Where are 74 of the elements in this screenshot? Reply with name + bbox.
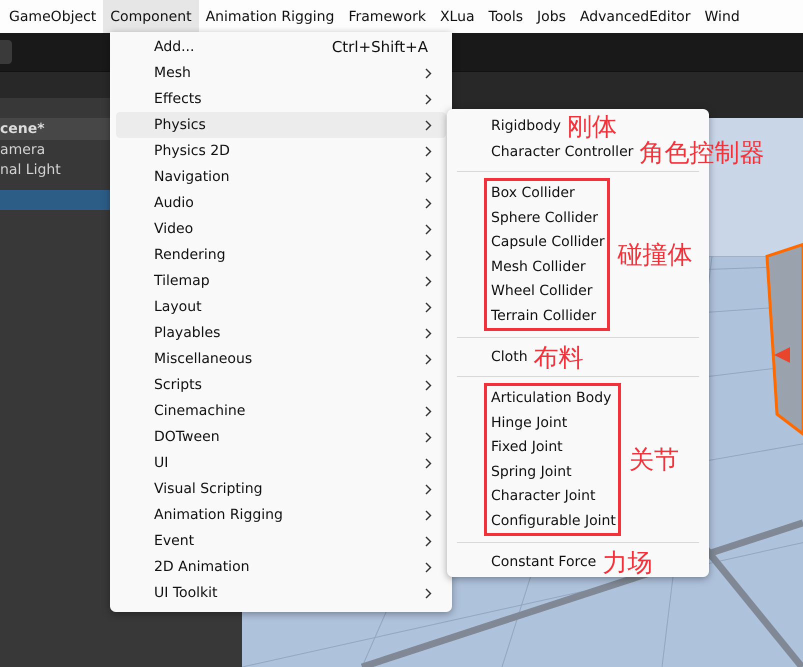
menu-bar-item[interactable]: Tools bbox=[482, 0, 530, 33]
toolbar-button[interactable] bbox=[0, 40, 12, 64]
chevron-icon bbox=[425, 250, 432, 260]
annotation-label: 角色控制器 bbox=[639, 140, 764, 164]
menu-bar-item[interactable]: Jobs bbox=[530, 0, 573, 33]
menu-item[interactable]: 2D Animation bbox=[116, 554, 446, 580]
submenu-item[interactable]: Articulation Body bbox=[491, 390, 612, 406]
menu-item[interactable]: UI Toolkit bbox=[116, 580, 446, 606]
chevron-icon bbox=[425, 302, 432, 312]
menu-item[interactable]: UI bbox=[116, 450, 446, 476]
annotation-label: 碰撞体 bbox=[618, 242, 693, 267]
menu-item[interactable]: Navigation bbox=[116, 164, 446, 190]
submenu-item[interactable]: Capsule Collider bbox=[491, 234, 605, 250]
menu-item[interactable]: Animation Rigging bbox=[116, 502, 446, 528]
chevron-icon bbox=[425, 484, 432, 494]
chevron-icon bbox=[425, 432, 432, 442]
menu-item[interactable]: Audio bbox=[116, 190, 446, 216]
menu-item[interactable]: Event bbox=[116, 528, 446, 554]
submenu-item[interactable]: Character Controller bbox=[491, 144, 634, 160]
menu-bar-item[interactable]: Wind bbox=[698, 0, 747, 33]
menu-item[interactable]: Layout bbox=[116, 294, 446, 320]
chevron-icon bbox=[425, 68, 432, 78]
chevron-icon bbox=[425, 458, 432, 468]
submenu-item[interactable]: Configurable Joint bbox=[491, 512, 616, 529]
menu-bar-item[interactable]: GameObject bbox=[2, 0, 104, 33]
submenu-item[interactable]: Mesh Collider bbox=[491, 258, 586, 275]
chevron-icon bbox=[425, 120, 432, 130]
annotation-label: 关节 bbox=[628, 447, 679, 472]
submenu-item[interactable]: Character Joint bbox=[491, 488, 596, 504]
menu-bar-item[interactable]: XLua bbox=[432, 0, 482, 33]
menu-item[interactable]: Mesh bbox=[116, 60, 446, 86]
submenu-item[interactable]: Fixed Joint bbox=[491, 439, 563, 456]
menu-item[interactable]: Video bbox=[116, 216, 446, 242]
submenu-item[interactable]: Spring Joint bbox=[491, 464, 572, 480]
menu-item[interactable]: Effects bbox=[116, 86, 446, 112]
chevron-icon bbox=[425, 198, 432, 208]
chevron-icon bbox=[425, 588, 432, 598]
chevron-icon bbox=[425, 146, 432, 156]
submenu-item[interactable]: Hinge Joint bbox=[491, 414, 568, 431]
menu-item[interactable]: Playables bbox=[116, 320, 446, 346]
menu-item[interactable]: Scripts bbox=[116, 372, 446, 398]
chevron-icon bbox=[425, 380, 432, 390]
chevron-icon bbox=[425, 562, 432, 572]
chevron-icon bbox=[425, 276, 432, 286]
chevron-icon bbox=[425, 510, 432, 520]
submenu-item[interactable]: Terrain Collider bbox=[491, 308, 596, 324]
annotation-label: 力场 bbox=[602, 550, 652, 574]
chevron-icon bbox=[425, 536, 432, 546]
chevron-icon bbox=[425, 406, 432, 416]
chevron-icon bbox=[425, 354, 432, 364]
chevron-icon bbox=[425, 172, 432, 182]
menu-item[interactable]: Rendering bbox=[116, 242, 446, 268]
menu-item[interactable]: Physics 2D bbox=[116, 138, 446, 164]
chevron-icon bbox=[425, 94, 432, 104]
menu-item[interactable]: Miscellaneous bbox=[116, 346, 446, 372]
submenu-item[interactable]: Box Collider bbox=[491, 185, 575, 202]
menu-item[interactable]: Tilemap bbox=[116, 268, 446, 294]
chevron-icon bbox=[425, 328, 432, 338]
menu-bar-item[interactable]: Component bbox=[103, 0, 199, 33]
submenu-item[interactable]: Rigidbody bbox=[491, 118, 561, 134]
submenu-item[interactable]: Wheel Collider bbox=[491, 283, 593, 300]
menu-bar-item[interactable]: AdvancedEditor bbox=[572, 0, 698, 33]
menu-bar-item[interactable]: Animation Rigging bbox=[198, 0, 342, 33]
annotation-label: 刚体 bbox=[566, 114, 617, 138]
submenu-item[interactable]: Cloth bbox=[491, 349, 528, 365]
menu-item[interactable]: Physics bbox=[116, 112, 446, 138]
chevron-icon bbox=[425, 224, 432, 234]
submenu-item[interactable]: Sphere Collider bbox=[491, 210, 598, 226]
submenu-item[interactable]: Constant Force bbox=[491, 554, 596, 570]
menu-item[interactable]: Visual Scripting bbox=[116, 476, 446, 502]
menu-bar-item[interactable]: Framework bbox=[341, 0, 433, 33]
menu-item[interactable]: Cinemachine bbox=[116, 398, 446, 424]
annotation-label: 布料 bbox=[534, 344, 584, 370]
menu-item[interactable]: DOTween bbox=[116, 424, 446, 450]
